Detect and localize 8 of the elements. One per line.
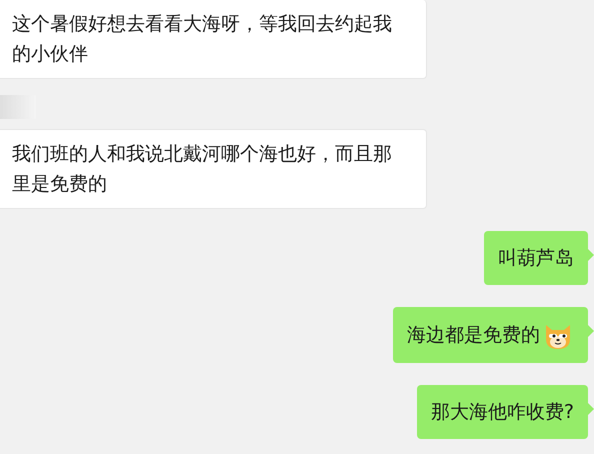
message-bubble: 我们班的人和我说北戴河哪个海也好，而且那里是免费的 (0, 129, 427, 209)
message-bubble: 叫葫芦岛 (484, 231, 588, 285)
message-bubble: 那大海他咋收费? (416, 385, 588, 439)
bubble-tail (588, 249, 594, 261)
bubble-tail (588, 325, 594, 337)
message-bubble: 海边都是免费的 (393, 307, 588, 363)
bubble-tail (588, 403, 594, 415)
message-bubble: 这个暑假好想去看看大海呀，等我回去约起我的小伙伴 (0, 0, 427, 79)
